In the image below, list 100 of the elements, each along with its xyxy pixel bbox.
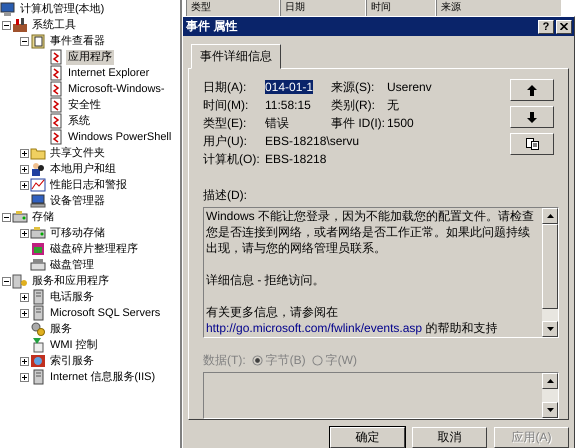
description-text: 的帮助和支持 <box>425 321 498 335</box>
description-label: 描述(D): <box>203 187 248 204</box>
field-value: Userenv <box>387 80 432 94</box>
dialog-button[interactable]: 确定 <box>330 427 405 448</box>
collapse-toggle[interactable] <box>2 276 11 286</box>
scroll-down-button[interactable] <box>542 321 558 338</box>
chart-icon <box>30 177 46 193</box>
tree-item[interactable]: 系统 <box>66 114 92 128</box>
column-header[interactable]: 类型 <box>186 0 280 16</box>
field-value: EBS-18218\servu <box>265 134 360 148</box>
tree-item[interactable]: 安全性 <box>66 98 103 112</box>
column-header[interactable]: 日期 <box>280 0 366 16</box>
next-button[interactable] <box>510 106 554 128</box>
collapse-toggle[interactable] <box>2 20 11 30</box>
computer-icon <box>0 1 16 17</box>
tree-item[interactable]: 事件查看器 <box>48 34 107 48</box>
up-triangle-icon <box>546 214 554 218</box>
field-label: 类型(E): <box>203 114 248 132</box>
previous-button[interactable] <box>510 79 554 101</box>
field-label: 事件 ID(I): <box>331 114 386 132</box>
expand-toggle[interactable] <box>20 308 29 318</box>
tree-item[interactable]: Internet 信息服务(IIS) <box>48 370 158 384</box>
tree-item[interactable]: 性能日志和警报 <box>48 178 129 192</box>
disk-icon <box>30 257 46 273</box>
field-value: 错误 <box>265 116 289 130</box>
field-value: 1500 <box>387 116 414 130</box>
tree-item[interactable]: 索引服务 <box>48 354 96 368</box>
tree-item[interactable]: 本地用户和组 <box>48 162 118 176</box>
scroll-up-button[interactable] <box>542 373 558 390</box>
tree-item[interactable]: Microsoft-Windows- <box>66 82 167 96</box>
tree-item[interactable]: Windows PowerShell <box>66 130 174 144</box>
close-icon <box>560 23 568 30</box>
tree-item[interactable]: WMI 控制 <box>48 338 100 352</box>
scroll-down-button[interactable] <box>542 402 558 418</box>
tree-item[interactable]: Microsoft SQL Servers <box>48 306 162 320</box>
expand-toggle[interactable] <box>20 228 29 238</box>
log-icon <box>48 49 64 65</box>
collapse-toggle[interactable] <box>20 36 29 46</box>
tree-item[interactable]: 电话服务 <box>48 290 96 304</box>
up-triangle-icon <box>546 379 554 384</box>
description-text: 详细信息 - 拒绝访问。 <box>206 272 326 288</box>
window-title: 事件 属性 <box>186 18 238 35</box>
tree-item[interactable]: 磁盘碎片整理程序 <box>48 242 140 256</box>
toolbox-icon <box>12 17 28 33</box>
expand-toggle[interactable] <box>20 148 29 158</box>
log-icon <box>48 113 64 129</box>
tree-item[interactable]: 服务 <box>48 322 74 336</box>
field-value: 014-01-1 <box>265 80 314 94</box>
column-header[interactable]: 来源 <box>436 0 562 16</box>
tree-item[interactable]: 磁盘管理 <box>48 258 96 272</box>
radio-circle-icon <box>312 355 323 366</box>
close-button[interactable] <box>556 20 572 34</box>
tree-item[interactable]: 计算机管理(本地) <box>18 2 106 16</box>
down-arrow-icon <box>527 112 537 122</box>
tree-item[interactable]: Internet Explorer <box>66 66 152 80</box>
field-value: 无 <box>387 98 399 112</box>
tree-item[interactable]: 设备管理器 <box>48 194 107 208</box>
log-icon <box>48 81 64 97</box>
log-icon <box>48 97 64 113</box>
tree-item[interactable]: 可移动存储 <box>48 226 107 240</box>
down-triangle-icon <box>546 408 554 412</box>
monitor-icon <box>30 193 46 209</box>
expand-toggle[interactable] <box>20 180 29 190</box>
help-link[interactable]: http://go.microsoft.com/fwlink/events.asp <box>206 321 422 335</box>
expand-toggle[interactable] <box>20 292 29 302</box>
field-label: 用户(U): <box>203 132 248 150</box>
tree-item[interactable]: 系统工具 <box>30 18 78 32</box>
expand-toggle[interactable] <box>20 164 29 174</box>
log-icon <box>48 65 64 81</box>
log-icon <box>48 129 64 145</box>
tree-item[interactable]: 服务和应用程序 <box>30 274 111 288</box>
drive-icon <box>30 225 46 241</box>
radio-dot-icon <box>252 355 263 366</box>
log-book-icon <box>30 33 46 49</box>
tree-item[interactable]: 存储 <box>30 210 56 224</box>
scroll-up-button[interactable] <box>542 208 558 224</box>
description-text: 有关更多信息，请参阅在 <box>206 304 339 320</box>
copy-icon <box>526 138 538 150</box>
expand-toggle[interactable] <box>20 356 29 366</box>
data-box[interactable] <box>203 372 559 419</box>
data-label: 数据(T): <box>203 352 246 370</box>
field-label: 类别(R): <box>331 96 376 114</box>
collapse-toggle[interactable] <box>2 212 11 222</box>
down-triangle-icon <box>546 327 554 332</box>
defrag-icon <box>30 241 46 257</box>
scrollbar-thumb[interactable] <box>542 224 558 310</box>
description-text: Windows 不能让您登录，因为不能加载您的配置文件。请检查您是否连接到网络，或者网络是否工作正常。如果此问题持续出现，请与您的网络管理员联系。 <box>206 208 536 256</box>
tree-item[interactable]: 应用程序 <box>66 50 114 64</box>
field-value: EBS-18218 <box>265 152 326 166</box>
tree-item[interactable]: 共享文件夹 <box>48 146 107 160</box>
expand-toggle[interactable] <box>20 372 29 382</box>
field-value: 11:58:15 <box>265 98 311 112</box>
description-box[interactable]: Windows 不能让您登录，因为不能加载您的配置文件。请检查您是否连接到网络，或者网络是否工作正常。如果此问题持续出现，请与您的网络管理员联系。 详细信息 - 拒绝访问。 有关更多信息，请参阅在 http://go.microsoft.com/fwlink/events.asp 的帮助和支持 <box>203 207 559 338</box>
tab[interactable]: 事件详细信息 <box>191 44 281 69</box>
copy-button[interactable] <box>510 133 554 155</box>
help-button[interactable]: ? <box>538 20 554 34</box>
dialog-button[interactable]: 取消 <box>412 427 487 448</box>
field-label: 来源(S): <box>331 78 376 96</box>
drive-icon <box>12 209 28 225</box>
column-header[interactable]: 时间 <box>366 0 436 16</box>
